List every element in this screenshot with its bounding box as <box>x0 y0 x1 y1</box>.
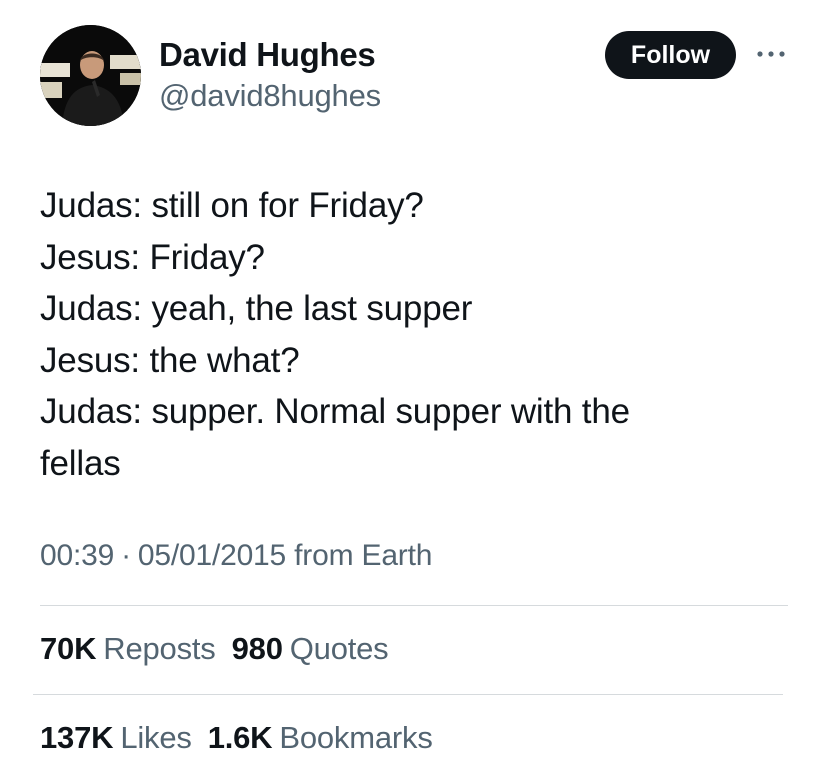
reposts-label: Reposts <box>103 631 216 666</box>
follow-button[interactable]: Follow <box>605 31 736 79</box>
likes-label: Likes <box>120 720 192 755</box>
tweet-line: fellas <box>40 443 121 483</box>
tweet-source: from Earth <box>294 539 433 572</box>
tweet-line: Judas: still on for Friday? <box>40 186 424 225</box>
engagement-row-1: 70K Reposts 980 Quotes <box>40 631 404 667</box>
quotes-label: Quotes <box>289 631 389 666</box>
reposts-count: 70K <box>40 631 97 666</box>
bookmarks-label: Bookmarks <box>279 720 433 755</box>
quotes-stat[interactable]: 980 Quotes <box>232 631 389 667</box>
divider <box>40 605 788 606</box>
divider <box>33 694 783 695</box>
tweet-card: David Hughes @david8hughes Follow Judas:… <box>0 0 828 783</box>
meta-separator: · <box>121 539 131 572</box>
likes-count: 137K <box>40 720 114 755</box>
reposts-stat[interactable]: 70K Reposts <box>40 631 216 667</box>
engagement-row-2: 137K Likes 1.6K Bookmarks <box>40 720 449 756</box>
bookmarks-count: 1.6K <box>207 720 273 755</box>
tweet-time[interactable]: 00:39 <box>40 539 114 572</box>
tweet-line: Jesus: the what? <box>40 340 300 380</box>
tweet-metadata: 00:39 · 05/01/2015 from Earth <box>40 539 432 573</box>
author-handle[interactable]: @david8hughes <box>159 78 381 114</box>
profile-photo-icon <box>40 25 141 126</box>
bookmarks-stat[interactable]: 1.6K Bookmarks <box>208 720 433 756</box>
likes-stat[interactable]: 137K Likes <box>40 720 192 756</box>
tweet-text: Judas: still on for Friday? Jesus: Frida… <box>40 180 780 489</box>
more-horizontal-icon <box>757 51 785 57</box>
quotes-count: 980 <box>231 631 283 666</box>
tweet-line: Jesus: Friday? <box>40 237 265 277</box>
more-options-button[interactable] <box>753 42 789 66</box>
tweet-line: Judas: yeah, the last supper <box>40 289 473 328</box>
author-name[interactable]: David Hughes <box>159 36 376 74</box>
avatar[interactable] <box>40 25 141 126</box>
tweet-line: Judas: supper. Normal supper with the <box>40 392 630 431</box>
tweet-date[interactable]: 05/01/2015 <box>138 539 286 572</box>
